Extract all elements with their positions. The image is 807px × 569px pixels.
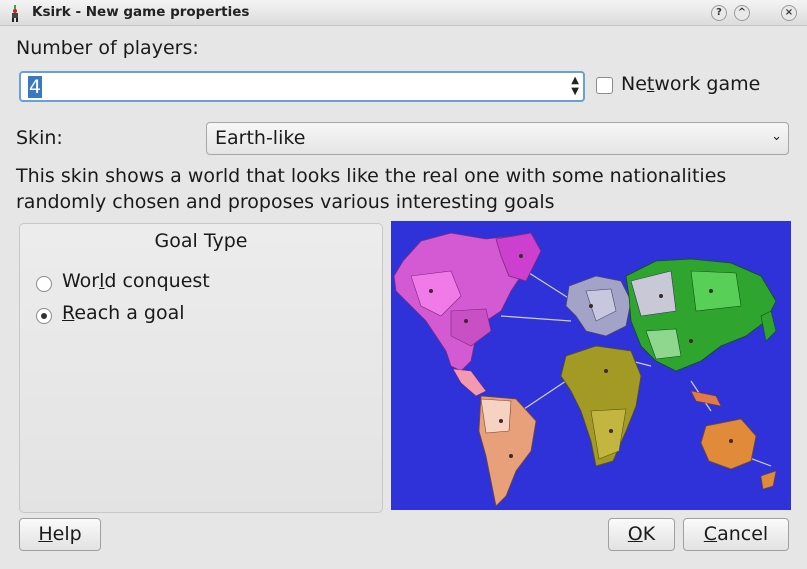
- network-game-label[interactable]: Network game: [621, 73, 760, 95]
- skin-select[interactable]: Earth-like ⌄: [206, 122, 789, 155]
- rg-post: each a goal: [74, 302, 185, 324]
- rg-mnemonic: R: [62, 302, 75, 324]
- asia-subregion: [690, 270, 742, 312]
- title-bar: Ksirk - New game properties ? ^ ×: [0, 0, 807, 26]
- window-title: Ksirk - New game properties: [32, 4, 250, 20]
- network-game-checkbox[interactable]: [596, 77, 613, 94]
- world-map-preview: [391, 221, 791, 510]
- network-label-post: work game: [654, 73, 761, 95]
- cancel-mnemonic: C: [703, 523, 718, 545]
- australia-region: [700, 418, 757, 470]
- cancel-rest: ancel: [717, 523, 769, 545]
- chevron-down-icon: ⌄: [771, 129, 782, 144]
- wc-pre: Wor: [62, 270, 100, 292]
- players-value[interactable]: 4: [28, 76, 43, 98]
- dialog-body: Number of players: 4 ▲ ▼ Network game Sk…: [0, 26, 807, 569]
- close-icon[interactable]: ×: [781, 5, 797, 21]
- help-context-icon[interactable]: ?: [711, 5, 727, 21]
- world-conquest-radio[interactable]: [36, 276, 52, 292]
- ok-rest: K: [642, 523, 656, 545]
- goal-type-title: Goal Type: [154, 230, 248, 252]
- minimize-icon[interactable]: ^: [734, 5, 750, 21]
- spin-up-icon[interactable]: ▲: [571, 75, 579, 86]
- ok-button[interactable]: OK: [608, 518, 675, 551]
- help-mnemonic: H: [38, 523, 53, 545]
- world-conquest-label[interactable]: World conquest: [62, 270, 210, 292]
- spin-down-icon[interactable]: ▼: [571, 86, 579, 97]
- reach-goal-radio[interactable]: [36, 308, 52, 324]
- goal-type-group: Goal Type World conquest Reach a goal: [19, 223, 383, 513]
- wc-post: d conquest: [104, 270, 210, 292]
- help-rest: elp: [52, 523, 82, 545]
- skin-label: Skin:: [16, 127, 63, 149]
- help-button[interactable]: Help: [19, 518, 101, 551]
- cancel-button[interactable]: Cancel: [683, 518, 789, 551]
- skin-description: This skin shows a world that looks like …: [16, 165, 727, 213]
- reach-goal-label[interactable]: Reach a goal: [62, 302, 185, 324]
- network-label-pre: Ne: [621, 73, 647, 95]
- players-spinbox[interactable]: 4 ▲ ▼: [19, 71, 585, 102]
- sa-subregion: [480, 398, 512, 434]
- ksirk-app-icon: [12, 5, 18, 22]
- skin-selected: Earth-like: [215, 127, 306, 149]
- players-label: Number of players:: [16, 37, 199, 59]
- ok-mnemonic: O: [627, 523, 643, 545]
